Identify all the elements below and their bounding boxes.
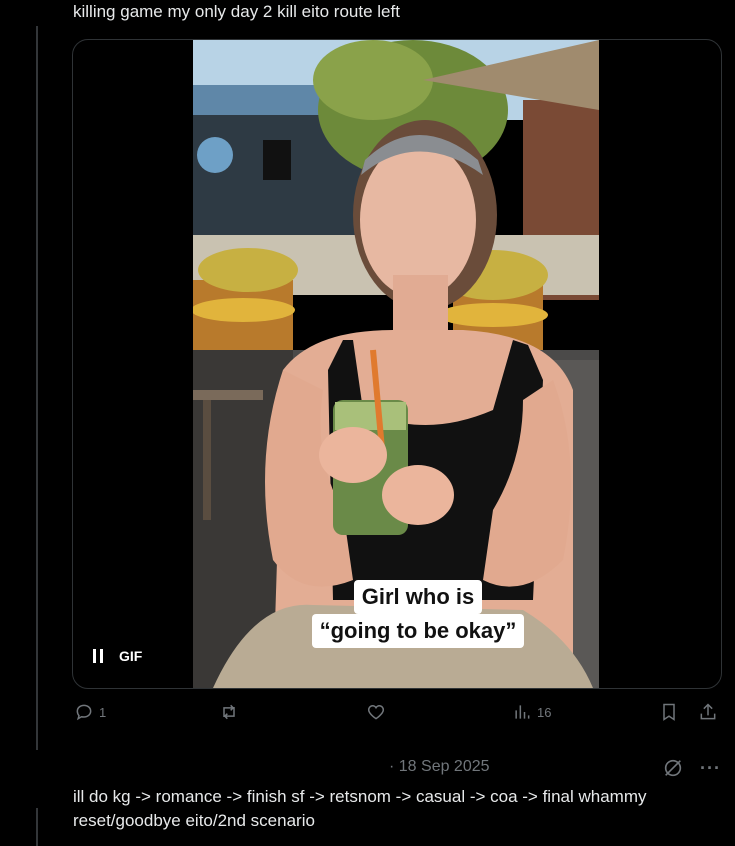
gif-controls: GIF <box>93 648 142 664</box>
pause-icon[interactable] <box>93 649 105 663</box>
views-button[interactable]: 16 <box>512 702 551 722</box>
tweet-actions: 1 16 <box>72 702 720 726</box>
reply-count: 1 <box>99 704 107 720</box>
more-icon[interactable]: ··· <box>700 758 721 779</box>
tweet-header-icons: ··· <box>662 757 721 779</box>
caption-line-1: Girl who is <box>353 580 483 614</box>
bookmark-icon <box>663 703 675 721</box>
like-icon <box>367 704 385 720</box>
reply-icon <box>76 704 92 721</box>
grok-icon[interactable] <box>662 757 684 779</box>
thread-line <box>36 26 38 750</box>
tweet-date[interactable]: · 18 Sep 2025 <box>389 758 490 776</box>
retweet-icon <box>223 704 235 720</box>
gif-media[interactable]: Girl who is “going to be okay” GIF <box>72 39 722 689</box>
share-button[interactable] <box>698 702 718 722</box>
gif-caption: Girl who is “going to be okay” <box>283 580 553 648</box>
gif-label: GIF <box>119 648 143 664</box>
tweet-text: killing game my only day 2 kill eito rou… <box>73 2 400 21</box>
views-count: 16 <box>537 704 552 720</box>
retweet-button[interactable] <box>219 702 244 722</box>
share-icon <box>700 703 716 720</box>
views-icon <box>515 705 530 719</box>
caption-line-2: “going to be okay” <box>311 614 525 648</box>
like-button[interactable] <box>366 702 391 722</box>
thread-line <box>36 808 38 846</box>
tweet-text: ill do kg -> romance -> finish sf -> ret… <box>73 787 647 830</box>
bookmark-button[interactable] <box>659 702 679 722</box>
reply-button[interactable]: 1 <box>74 702 106 722</box>
